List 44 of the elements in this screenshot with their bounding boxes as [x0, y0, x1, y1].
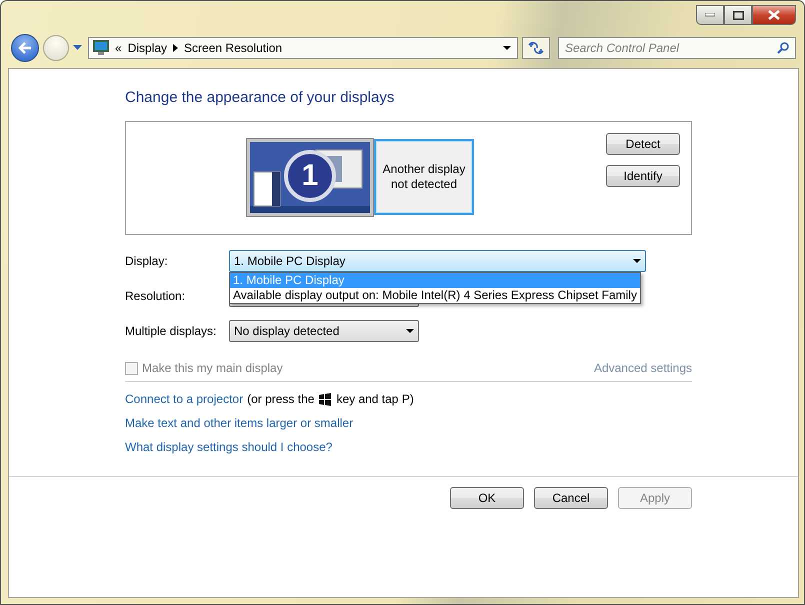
maximize-button[interactable]: [724, 5, 752, 25]
page-heading: Change the appearance of your displays: [125, 89, 396, 108]
dropdown[interactable]: No display detected: [229, 320, 419, 342]
dropdown-arrow-icon[interactable]: [406, 329, 414, 333]
dropdown-arrow-icon[interactable]: [503, 46, 511, 50]
dropdown-arrow-icon[interactable]: [633, 259, 641, 263]
button[interactable]: Identify: [606, 165, 680, 187]
search-field[interactable]: Search Control Panel: [558, 36, 796, 58]
projector-link[interactable]: Connect to a projector: [125, 392, 244, 406]
address-bar[interactable]: « Display Screen Resolution: [88, 36, 518, 58]
button[interactable]: Detect: [606, 133, 680, 155]
field-label: Multiple displays:: [125, 324, 218, 338]
close-icon[interactable]: [768, 10, 780, 20]
refresh-button[interactable]: [522, 36, 550, 58]
hint-text: key and tap P): [336, 392, 414, 406]
history-dropdown-icon[interactable]: [73, 45, 82, 50]
dropdown-option[interactable]: Available display output on: Mobile Intel(R) 4 Series Express Chipset Family: [230, 288, 640, 303]
help-link[interactable]: Make text and other items larger or smaller: [125, 416, 354, 430]
button[interactable]: OK: [450, 487, 524, 509]
overflow-chevron[interactable]: «: [115, 40, 122, 54]
help-link[interactable]: What display settings should I choose?: [125, 440, 332, 454]
checkbox-label: Make this my main display: [142, 361, 283, 375]
display-number: 1: [300, 158, 320, 194]
back-button[interactable]: [11, 34, 39, 62]
dropdown[interactable]: 1. Mobile PC Display: [229, 250, 646, 272]
search-icon[interactable]: [777, 42, 789, 54]
button[interactable]: Cancel: [534, 487, 608, 509]
breadcrumb[interactable]: Display: [128, 40, 168, 54]
minimize-button[interactable]: [696, 5, 724, 25]
refresh-icon[interactable]: [528, 40, 544, 54]
maximize-icon[interactable]: [732, 10, 744, 20]
close-button[interactable]: [752, 5, 796, 25]
dropdown-list[interactable]: 1. Mobile PC Display Available display output on: Mobile Intel(R) 4 Series Express Chipset Family: [229, 272, 641, 304]
back-arrow-icon[interactable]: [18, 42, 32, 54]
hint-text: (or press the: [247, 392, 314, 406]
monitor-drawing[interactable]: [246, 138, 374, 217]
minimize-icon[interactable]: [705, 13, 715, 17]
monitor-icon: [93, 40, 109, 55]
field-label: Resolution:: [125, 289, 186, 303]
breadcrumb[interactable]: Screen Resolution: [184, 40, 282, 54]
field-label: Display:: [125, 254, 169, 268]
breadcrumb-arrow-icon[interactable]: [173, 44, 178, 52]
windows-logo-icon: [318, 392, 332, 406]
display-tile[interactable]: Another display not detected: [374, 139, 474, 215]
